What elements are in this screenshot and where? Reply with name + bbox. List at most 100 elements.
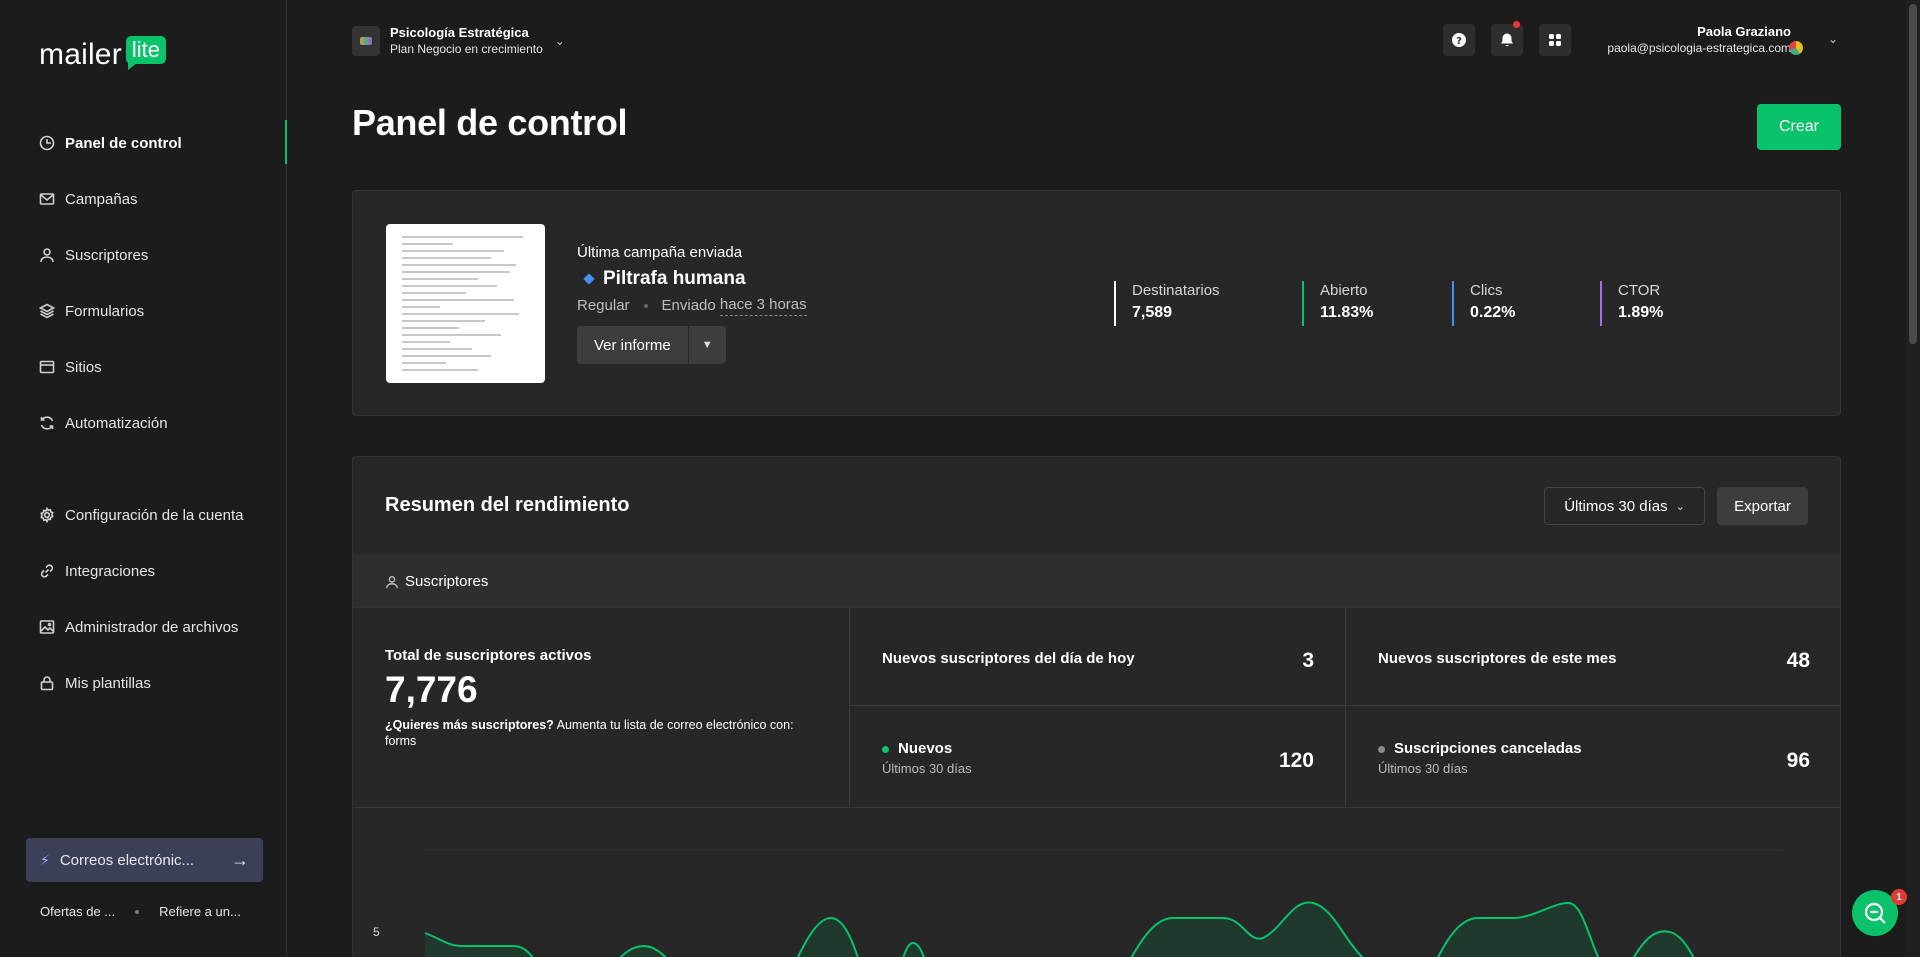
chart-y-tick-label: 5 [373,925,380,939]
chevron-down-icon[interactable]: ▼ [687,326,726,364]
chart-area [1438,903,1599,957]
stat-ctor: CTOR 1.89% [1600,281,1663,326]
grid-icon [1549,34,1561,46]
legend-dot-green [882,745,889,753]
gear-icon [39,507,55,523]
sidebar-item-campaigns[interactable]: Campañas [39,187,138,211]
sidebar-item-automation[interactable]: Automatización [39,411,168,435]
page-title: Panel de control [352,102,628,143]
divider [850,705,1840,706]
separator-dot [135,909,140,914]
stat-label: Destinatarios [1132,282,1220,299]
sidebar-item-label: Formularios [65,302,145,320]
refer-link[interactable]: Refiere a un... [159,904,241,919]
organization-logo [352,26,380,56]
divider [849,608,850,808]
subscribers-section-header: Suscriptores [353,555,1840,608]
sidebar-item-label: Suscriptores [65,246,149,264]
view-report-button[interactable]: Ver informe [577,326,688,364]
note-question: ¿Quieres más suscriptores? [385,718,554,732]
stat-value: 11.83% [1320,304,1374,321]
metric-new-today: Nuevos suscriptores del día de hoy 3 [882,649,1314,673]
metric-label: Nuevos [882,739,972,759]
stat-clicks: Clics 0.22% [1452,281,1515,326]
performance-title: Resumen del rendimiento [385,494,630,516]
user-email: paola@psicologia-estrategica.com [1607,41,1791,55]
user-icon [386,575,398,588]
stat-accent-bar [1302,281,1304,326]
apps-button[interactable] [1539,24,1571,56]
offers-link[interactable]: Ofertas de ... [40,904,115,919]
organization-switcher[interactable]: Psicología Estratégica Plan Negocio en c… [352,25,565,57]
sidebar-item-account-settings[interactable]: Configuración de la cuenta [39,503,243,527]
campaign-info: Última campaña enviada Piltrafa humana R… [577,243,807,316]
logo-badge: lite [125,36,167,70]
total-value: 7,776 [385,669,478,710]
sidebar-item-dashboard[interactable]: Panel de control [39,131,182,155]
avatar[interactable] [1782,25,1810,55]
report-button-group: Ver informe ▼ [577,326,726,364]
campaign-preview-thumbnail[interactable] [386,224,545,383]
metric-value: 120 [1278,749,1314,772]
metric-value: 96 [1786,749,1810,772]
user-menu[interactable]: Paola Graziano paola@psicologia-estrateg… [1607,24,1791,56]
sidebar-item-sites[interactable]: Sitios [39,355,102,379]
performance-summary-card: Resumen del rendimiento Últimos 30 días … [352,456,1841,957]
notifications-button[interactable] [1491,21,1523,56]
sidebar-item-file-manager[interactable]: Administrador de archivos [39,615,238,639]
diamond-icon [583,273,595,285]
divider [1345,608,1346,808]
scrollbar-thumb[interactable] [1909,4,1917,344]
notification-dot [1513,21,1520,28]
stat-label: Clics [1470,282,1503,299]
subscribers-chart [423,849,1783,957]
stat-accent-bar [1600,281,1602,326]
forms-link[interactable]: forms [385,734,416,748]
mailerlite-logo[interactable]: mailer lite [39,36,167,71]
chevron-down-icon[interactable]: ⌄ [1828,32,1838,46]
page-scrollbar[interactable] [1906,0,1920,957]
clock-icon [39,135,55,151]
sidebar-item-label: Mis plantillas [65,674,151,692]
sidebar-item-integrations[interactable]: Integraciones [39,559,155,583]
promo-label: Correos electrónic... [59,851,195,869]
sidebar-item-label: Sitios [65,358,102,376]
sidebar-item-label: Integraciones [65,562,156,580]
stat-accent-bar [1452,281,1454,326]
help-button[interactable]: ? [1443,24,1475,56]
link-icon [39,563,55,579]
last-campaign-card: Última campaña enviada Piltrafa humana R… [352,190,1841,416]
chat-notification-badge: 1 [1891,889,1907,905]
sidebar-item-label: Campañas [65,190,138,208]
stat-value: 1.89% [1618,304,1664,321]
sidebar-item-templates[interactable]: Mis plantillas [39,671,151,695]
stat-accent-bar [1114,281,1116,326]
sidebar-item-label: Automatización [65,414,168,432]
sidebar-footer-links: Ofertas de ... Refiere a un... [40,904,241,919]
campaign-sent-prefix: Enviado [661,296,716,314]
campaign-sent-time: hace 3 horas [719,295,807,316]
question-icon: ? [1452,33,1466,47]
create-button[interactable]: Crear [1757,104,1841,150]
stat-label: CTOR [1618,282,1661,299]
metric-unsubscribed: Suscripciones canceladas Últimos 30 días… [1378,739,1810,778]
sidebar-item-forms[interactable]: Formularios [39,299,144,323]
metric-new-30-days: Nuevos Últimos 30 días 120 [882,739,1314,778]
campaign-name[interactable]: Piltrafa humana [577,267,807,291]
date-range-dropdown[interactable]: Últimos 30 días ⌄ [1544,487,1705,525]
organization-plan: Plan Negocio en crecimiento [390,42,543,56]
sidebar-item-subscribers[interactable]: Suscriptores [39,243,148,267]
separator-dot [643,303,648,308]
legend-dot-grey [1378,745,1385,753]
stat-value: 7,589 [1132,304,1173,321]
promo-emails-button[interactable]: ⚡ Correos electrónic... → [26,838,263,882]
active-indicator [285,120,287,164]
bell-icon [1501,33,1513,47]
stat-opened: Abierto 11.83% [1302,281,1373,326]
chevron-down-icon: ⌄ [1675,500,1685,513]
export-button[interactable]: Exportar [1717,487,1808,525]
metric-subtitle: Últimos 30 días [882,761,972,776]
metric-label: Suscripciones canceladas [1378,739,1582,759]
logo-word: mailer [39,38,122,71]
organization-name: Psicología Estratégica [390,25,529,40]
